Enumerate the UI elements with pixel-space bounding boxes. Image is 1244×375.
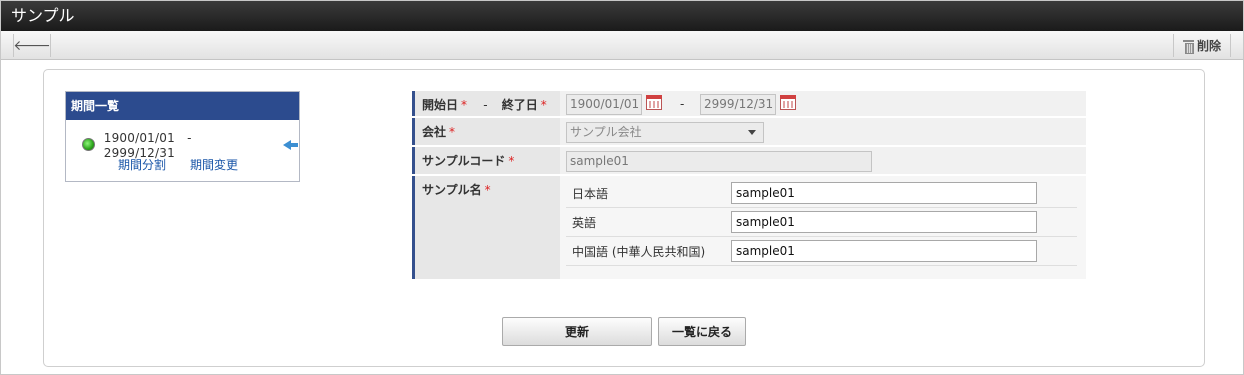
- company-label: 会社 *: [412, 118, 560, 145]
- status-active-icon: [82, 138, 95, 151]
- start-date-label: 開始日: [422, 98, 459, 112]
- required-mark: *: [508, 154, 515, 168]
- lang-label: 中国語 (中華人民共和国): [572, 245, 706, 259]
- required-mark: *: [449, 125, 456, 139]
- chevron-down-icon: [748, 130, 756, 135]
- period-links: 期間分割 期間変更: [118, 156, 238, 173]
- lang-row-chinese: 中国語 (中華人民共和国) sample01: [566, 237, 1077, 266]
- delete-label: 削除: [1196, 39, 1221, 53]
- sample-name-label-text: サンプル名: [422, 183, 482, 197]
- calendar-icon[interactable]: [780, 95, 796, 110]
- window-title-bar: サンプル: [1, 1, 1243, 31]
- sample-code-label: サンプルコード *: [412, 147, 560, 174]
- period-list: 期間一覧 1900/01/01 - 2999/12/31 期間分割 期間変更: [65, 91, 300, 182]
- company-value: サンプル会社: [560, 118, 1086, 145]
- window-title: サンプル: [11, 6, 75, 25]
- lang-row-japanese: 日本語 sample01: [566, 179, 1077, 208]
- lang-label: 英語: [572, 216, 597, 230]
- period-change-link[interactable]: 期間変更: [190, 156, 238, 173]
- period-label: 開始日 * - 終了日 *: [412, 91, 560, 116]
- sample-code-value: sample01: [560, 147, 1086, 174]
- company-select-value: サンプル会社: [570, 125, 642, 139]
- calendar-icon[interactable]: [646, 95, 662, 110]
- toolbar: 🡐 削除: [1, 31, 1243, 60]
- form-row-sample-name: サンプル名 * 日本語 sample01 英語 sample01 中国語 (中華人…: [412, 176, 1086, 281]
- start-date-input[interactable]: 1900/01/01: [566, 94, 642, 115]
- back-button[interactable]: 🡐: [13, 34, 51, 57]
- arrow-left-icon: 🡐: [13, 38, 51, 54]
- form-row-period: 開始日 * - 終了日 * 1900/01/01 - 2999/12/31: [412, 91, 1086, 118]
- sample-name-en-input[interactable]: sample01: [731, 211, 1037, 233]
- period-value: 1900/01/01 - 2999/12/31: [560, 91, 1086, 116]
- sample-name-label: サンプル名 *: [412, 176, 560, 279]
- update-button[interactable]: 更新: [502, 317, 652, 346]
- required-mark: *: [484, 183, 491, 197]
- form-row-sample-code: サンプルコード * sample01: [412, 147, 1086, 176]
- lang-label: 日本語: [572, 187, 609, 201]
- lang-row-english: 英語 sample01: [566, 208, 1077, 237]
- required-mark: *: [540, 98, 547, 112]
- sample-name-zh-input[interactable]: sample01: [731, 240, 1037, 262]
- trash-icon: [1182, 39, 1194, 54]
- sample-name-ja-input[interactable]: sample01: [731, 182, 1037, 204]
- arrow-left-icon[interactable]: [283, 139, 299, 151]
- label-separator: -: [483, 98, 488, 112]
- company-select[interactable]: サンプル会社: [566, 122, 764, 143]
- main-panel: 期間一覧 1900/01/01 - 2999/12/31 期間分割 期間変更 開…: [43, 69, 1205, 367]
- sample-code-input[interactable]: sample01: [566, 151, 872, 172]
- end-date-label: 終了日: [501, 98, 538, 112]
- form-row-company: 会社 * サンプル会社: [412, 118, 1086, 147]
- sample-code-label-text: サンプルコード: [422, 154, 506, 168]
- period-list-title: 期間一覧: [66, 92, 299, 120]
- sample-name-value: 日本語 sample01 英語 sample01 中国語 (中華人民共和国) s…: [560, 176, 1086, 279]
- edit-form: 開始日 * - 終了日 * 1900/01/01 - 2999/12/31 会社 * …: [412, 91, 1086, 281]
- end-date-input[interactable]: 2999/12/31: [700, 94, 776, 115]
- required-mark: *: [461, 98, 468, 112]
- back-to-list-button[interactable]: 一覧に戻る: [658, 317, 746, 346]
- date-separator: -: [680, 97, 685, 111]
- period-split-link[interactable]: 期間分割: [118, 156, 166, 173]
- delete-button[interactable]: 削除: [1173, 34, 1231, 57]
- company-label-text: 会社: [422, 125, 447, 139]
